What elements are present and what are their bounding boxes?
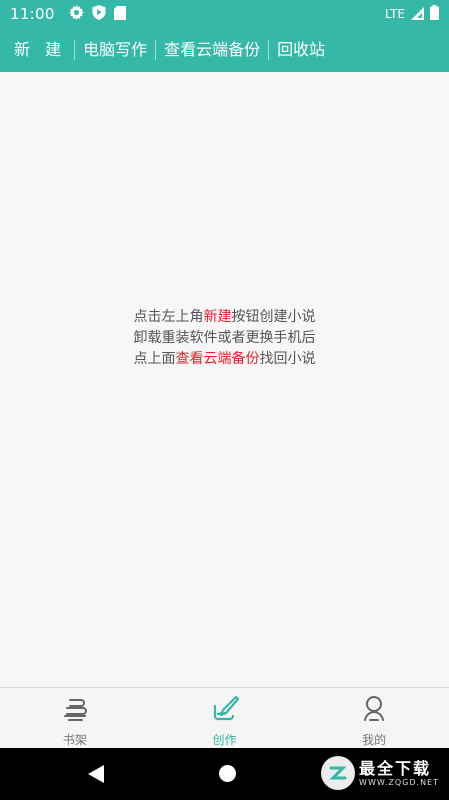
cloud-backup-button[interactable]: 查看云端备份 [156, 41, 268, 59]
profile-icon [359, 693, 389, 727]
status-bar: 11:00 LTE [0, 0, 449, 28]
new-button[interactable]: 新 建 [12, 41, 74, 59]
watermark: 最全下载 WWW.ZQGD.NET [321, 756, 439, 790]
tab-profile[interactable]: 我的 [299, 688, 449, 748]
gear-icon [68, 4, 84, 24]
network-type: LTE [385, 7, 405, 21]
pc-writing-button[interactable]: 电脑写作 [75, 41, 155, 59]
watermark-logo-icon [321, 756, 356, 790]
hint-line-2: 卸载重装软件或者更换手机后 [133, 330, 316, 346]
main-content: 点击左上角新建按钮创建小说 卸载重装软件或者更换手机后 点上面查看云端备份找回小… [0, 72, 449, 687]
tab-label: 创作 [212, 733, 237, 747]
watermark-url: WWW.ZQGD.NET [359, 777, 439, 787]
system-nav-bar: 最全下载 WWW.ZQGD.NET [0, 748, 449, 800]
status-time: 11:00 [10, 5, 55, 23]
hint-line-1: 点击左上角新建按钮创建小说 [133, 309, 316, 325]
status-icons-left [68, 4, 126, 24]
recycle-bin-button[interactable]: 回收站 [269, 41, 333, 59]
tab-label: 书架 [62, 733, 87, 747]
back-button[interactable] [88, 765, 104, 787]
home-button[interactable] [219, 765, 236, 786]
tab-label: 我的 [362, 733, 387, 747]
battery-icon [430, 4, 439, 24]
tab-create[interactable]: 创作 [150, 688, 300, 748]
hint-line-3: 点上面查看云端备份找回小说 [133, 351, 316, 367]
hint-highlight-new: 新建 [203, 309, 232, 325]
empty-state-hint: 点击左上角新建按钮创建小说 卸载重装软件或者更换手机后 点上面查看云端备份找回小… [0, 307, 449, 370]
status-icons-right: LTE [385, 4, 439, 24]
sd-card-icon [113, 5, 126, 24]
watermark-text: 最全下载 WWW.ZQGD.NET [359, 758, 439, 787]
shield-icon [92, 4, 106, 24]
hint-highlight-cloud: 查看云端备份 [175, 351, 260, 367]
signal-icon [411, 5, 424, 24]
watermark-title: 最全下载 [359, 758, 432, 778]
bottom-tab-bar: 书架 创作 我的 [0, 687, 449, 748]
tab-bookshelf[interactable]: 书架 [0, 688, 150, 748]
bookshelf-icon [60, 693, 90, 727]
top-toolbar: 新 建 电脑写作 查看云端备份 回收站 [0, 28, 449, 72]
pen-icon [210, 693, 240, 727]
